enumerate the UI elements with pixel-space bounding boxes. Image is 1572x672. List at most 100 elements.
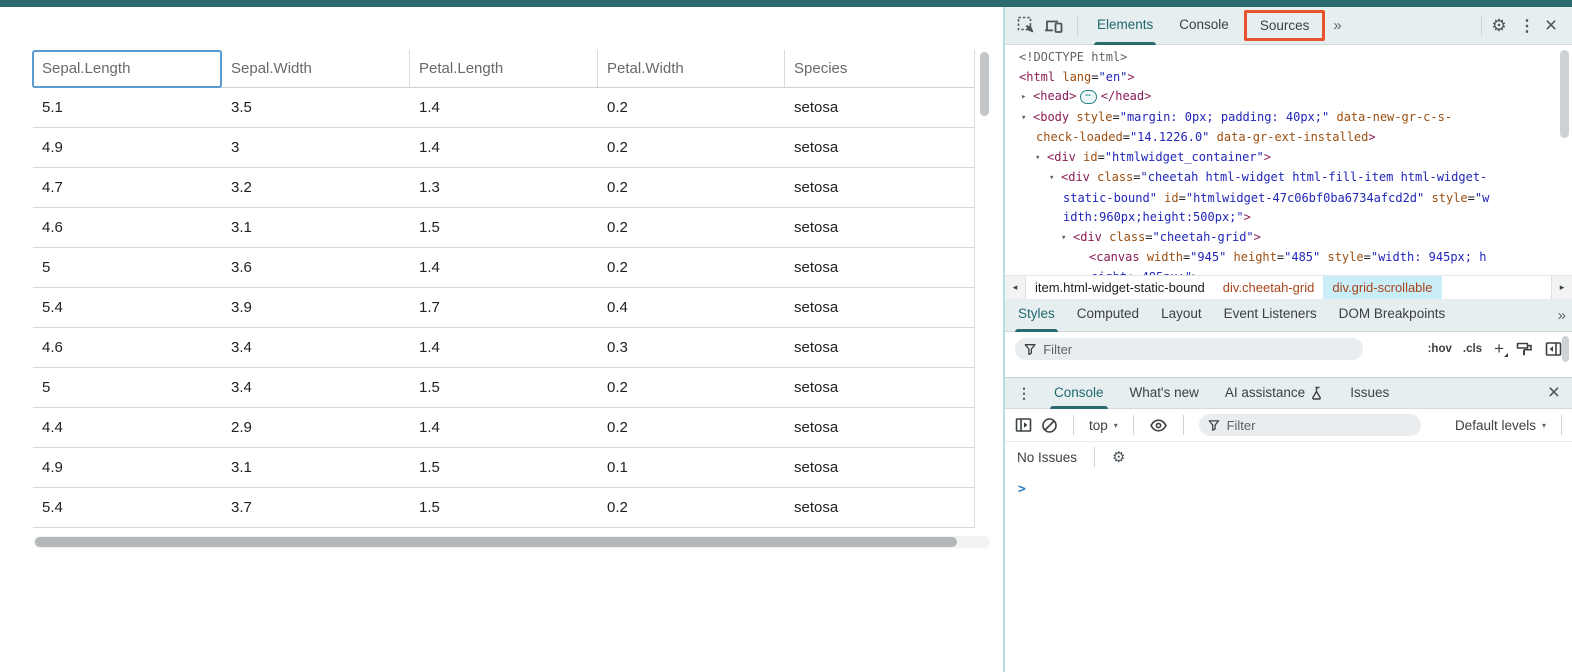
tab-computed[interactable]: Computed <box>1066 299 1150 332</box>
inspect-element-icon[interactable] <box>1015 15 1037 37</box>
breadcrumb-forward-icon[interactable]: ▸ <box>1551 276 1572 299</box>
table-cell: setosa <box>785 88 975 127</box>
toggle-sidebar-icon[interactable] <box>1545 341 1562 357</box>
iris-data-grid: Sepal.LengthSepal.WidthPetal.LengthPetal… <box>33 50 975 528</box>
tab-sources[interactable]: Sources <box>1247 13 1323 38</box>
styles-filter-field[interactable] <box>1015 338 1363 360</box>
tab-styles[interactable]: Styles <box>1007 299 1066 332</box>
element-classes-button[interactable]: .cls <box>1463 343 1482 355</box>
collapsed-children-ellipsis-icon[interactable]: ⋯ <box>1080 90 1096 104</box>
code-token: style <box>1432 191 1468 205</box>
table-cell: 3.1 <box>222 448 410 487</box>
console-prompt-row[interactable]: > <box>1005 472 1572 497</box>
code-token <box>1209 130 1216 144</box>
drawer-tab-whats-new[interactable]: What's new <box>1117 378 1212 409</box>
dom-tree-node[interactable]: check-loaded="14.1226.0" data-gr-ext-ins… <box>1005 128 1572 148</box>
breadcrumb-back-icon[interactable]: ◂ <box>1005 276 1026 299</box>
dom-tree-node[interactable]: ▾<div id="htmlwidget_container"> <box>1005 148 1572 169</box>
code-token: width <box>1147 250 1183 264</box>
drawer-close-icon[interactable]: × <box>1536 384 1572 402</box>
drawer-tab-issues[interactable]: Issues <box>1337 378 1402 409</box>
expand-arrow-open-icon[interactable]: ▾ <box>1021 109 1033 129</box>
column-header-petal-width[interactable]: Petal.Width <box>598 50 785 87</box>
table-cell: 5.1 <box>33 88 222 127</box>
table-cell: 1.5 <box>410 208 598 247</box>
dom-tree-node[interactable]: <canvas width="945" height="485" style="… <box>1005 248 1572 268</box>
dom-tree-node[interactable]: <html lang="en"> <box>1005 68 1572 88</box>
column-header-sepal-length[interactable]: Sepal.Length <box>33 50 222 87</box>
table-cell: setosa <box>785 128 975 167</box>
customize-devtools-kebab-icon[interactable]: ⋮ <box>1516 15 1538 37</box>
code-token: class <box>1109 230 1145 244</box>
drawer-tab-ai-assistance[interactable]: AI assistance <box>1212 378 1337 409</box>
live-expression-eye-icon[interactable] <box>1149 418 1168 433</box>
styles-more-tabs-icon[interactable]: » <box>1552 307 1570 324</box>
drawer-tab-label: Console <box>1054 379 1104 407</box>
column-header-sepal-width[interactable]: Sepal.Width <box>222 50 410 87</box>
table-row: 5.43.71.50.2setosa <box>33 488 975 528</box>
table-cell: 3.1 <box>222 208 410 247</box>
log-levels-selector[interactable]: Default levels ▾ <box>1455 418 1546 433</box>
toolbar-divider <box>1183 415 1184 435</box>
funnel-icon <box>1208 419 1220 432</box>
styles-pane-scrollbar[interactable] <box>1562 336 1569 362</box>
styles-filter-row: :hov .cls + <box>1005 332 1572 366</box>
more-tabs-icon[interactable]: » <box>1327 17 1345 34</box>
code-token: = <box>1091 70 1098 84</box>
breadcrumb-item[interactable]: div.cheetah-grid <box>1214 276 1324 299</box>
expand-arrow-open-icon[interactable]: ▾ <box>1049 169 1061 189</box>
column-header-petal-length[interactable]: Petal.Length <box>410 50 598 87</box>
expand-arrow-closed-icon[interactable]: ▸ <box>1021 88 1033 108</box>
grid-vertical-scrollbar[interactable] <box>980 52 989 116</box>
dom-tree-node[interactable]: static-bound" id="htmlwidget-47c06bf0ba6… <box>1005 189 1572 209</box>
drawer-tabbar: ⋮ Console What's new AI assistance Issue… <box>1005 378 1572 409</box>
table-cell: setosa <box>785 328 975 367</box>
table-row: 5.13.51.40.2setosa <box>33 88 975 128</box>
table-cell: 4.9 <box>33 128 222 167</box>
console-filter-field[interactable] <box>1199 414 1421 436</box>
dom-tree-node[interactable]: <!DOCTYPE html> <box>1005 48 1572 68</box>
clear-console-icon[interactable] <box>1041 417 1058 434</box>
breadcrumb-item-selected[interactable]: div.grid-scrollable <box>1323 276 1441 299</box>
tab-dom-breakpoints[interactable]: DOM Breakpoints <box>1328 299 1457 332</box>
device-toolbar-icon[interactable] <box>1043 15 1065 37</box>
drawer-tab-console[interactable]: Console <box>1041 378 1117 409</box>
settings-gear-icon[interactable]: ⚙ <box>1488 15 1510 37</box>
dom-tree-scrollbar[interactable] <box>1560 50 1569 138</box>
code-token: = <box>1468 191 1475 205</box>
styles-filter-input[interactable] <box>1043 342 1354 357</box>
expand-arrow-open-icon[interactable]: ▾ <box>1035 149 1047 169</box>
console-sidebar-icon[interactable] <box>1015 417 1032 433</box>
grid-horizontal-scrollbar-track[interactable] <box>33 536 990 548</box>
dom-tree-node[interactable]: eight: 485px;"> <box>1005 268 1572 276</box>
expand-arrow-open-icon[interactable]: ▾ <box>1061 229 1073 249</box>
dom-tree-node[interactable]: ▸<head>⋯</head> <box>1005 87 1572 108</box>
dom-tree-node[interactable]: idth:960px;height:500px;"> <box>1005 208 1572 228</box>
table-row: 4.63.41.40.3setosa <box>33 328 975 368</box>
tab-elements[interactable]: Elements <box>1084 7 1166 45</box>
column-header-species[interactable]: Species <box>785 50 975 87</box>
dom-tree-node[interactable]: ▾<div class="cheetah html-widget html-fi… <box>1005 168 1572 189</box>
console-settings-gear-icon[interactable]: ⚙ <box>1112 448 1125 466</box>
drawer-menu-kebab-icon[interactable]: ⋮ <box>1005 385 1041 402</box>
close-devtools-icon[interactable]: × <box>1540 15 1562 37</box>
execution-context-selector[interactable]: top ▾ <box>1089 418 1118 433</box>
breadcrumb-item[interactable]: item.html-widget-static-bound <box>1026 276 1214 299</box>
toolbar-divider <box>1561 415 1562 435</box>
tab-layout[interactable]: Layout <box>1150 299 1213 332</box>
dom-tree-node[interactable]: ▾<div class="cheetah-grid"> <box>1005 228 1572 249</box>
new-style-rule-button[interactable]: + <box>1494 339 1504 359</box>
table-cell: setosa <box>785 408 975 447</box>
drawer-tab-label: AI assistance <box>1225 379 1305 407</box>
tab-event-listeners[interactable]: Event Listeners <box>1213 299 1328 332</box>
code-token: > <box>1254 230 1261 244</box>
toggle-element-state-button[interactable]: :hov <box>1428 343 1452 355</box>
console-drawer: ⋮ Console What's new AI assistance Issue… <box>1005 377 1572 672</box>
tab-console[interactable]: Console <box>1166 7 1242 45</box>
dom-tree-node[interactable]: ▾<body style="margin: 0px; padding: 40px… <box>1005 108 1572 129</box>
paint-roller-icon[interactable] <box>1516 341 1533 358</box>
grid-horizontal-scrollbar-thumb[interactable] <box>35 537 957 547</box>
code-token <box>1424 191 1431 205</box>
table-cell: 0.2 <box>598 368 785 407</box>
console-filter-input[interactable] <box>1227 418 1412 433</box>
